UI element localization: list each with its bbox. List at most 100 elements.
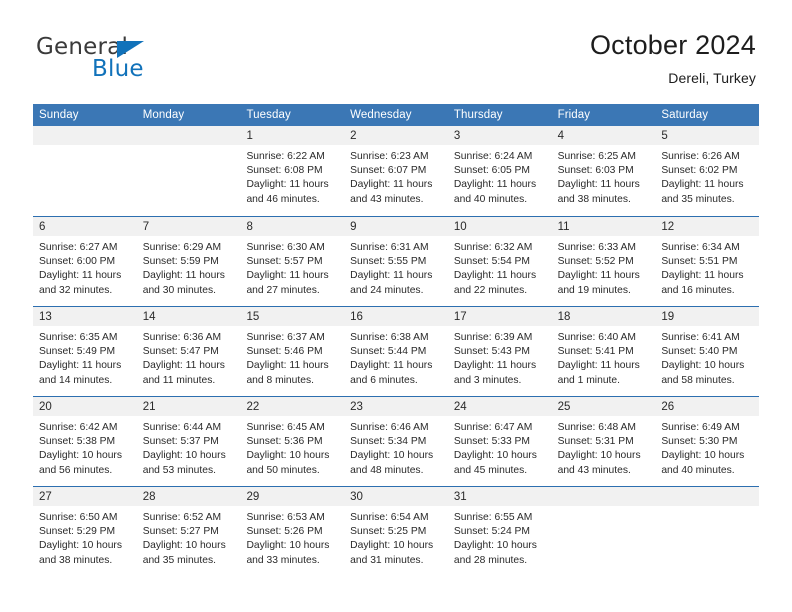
calendar-day-cell[interactable]: 4 Sunrise: 6:25 AM Sunset: 6:03 PM Daylight… bbox=[551, 126, 656, 216]
calendar-day-cell[interactable]: 21 Sunrise: 6:44 AM Sunset: 5:37 PM Dayligh… bbox=[136, 397, 241, 486]
day-number: 9 bbox=[350, 221, 357, 233]
weekday-header-monday: Monday bbox=[142, 109, 185, 121]
sunset-text: Sunset: 5:26 PM bbox=[246, 526, 323, 538]
calendar-day-cell[interactable]: 24 Sunrise: 6:47 AM Sunset: 5:33 PM Dayligh… bbox=[447, 397, 552, 486]
calendar-day-cell[interactable]: 15 Sunrise: 6:37 AM Sunset: 5:46 PM Dayligh… bbox=[240, 307, 345, 396]
calendar-day-cell[interactable]: 26 Sunrise: 6:49 AM Sunset: 5:30 PM Dayligh… bbox=[655, 397, 760, 486]
calendar-day-cell[interactable]: 31 Sunrise: 6:55 AM Sunset: 5:24 PM Dayligh… bbox=[447, 487, 552, 576]
daylight-text: Daylight: 10 hours and 50 minutes. bbox=[246, 450, 330, 476]
day-number-strip: 7 bbox=[136, 217, 241, 236]
day-sun-info: Sunrise: 6:50 AM Sunset: 5:29 PM Daylight:… bbox=[33, 506, 137, 568]
sunset-text: Sunset: 5:49 PM bbox=[39, 346, 116, 358]
calendar-day-cell[interactable]: 2 Sunrise: 6:23 AM Sunset: 6:07 PM Daylight… bbox=[344, 126, 448, 216]
calendar-day-cell[interactable]: 19 Sunrise: 6:41 AM Sunset: 5:40 PM Dayligh… bbox=[655, 307, 760, 396]
calendar-day-cell[interactable]: 13 Sunrise: 6:35 AM Sunset: 5:49 PM Dayligh… bbox=[33, 307, 137, 396]
calendar-week-row: 27 Sunrise: 6:50 AM Sunset: 5:29 PM Dayligh… bbox=[33, 486, 760, 576]
day-sun-info: Sunrise: 6:30 AM Sunset: 5:57 PM Daylight:… bbox=[240, 236, 344, 298]
calendar-week-row: 20 Sunrise: 6:42 AM Sunset: 5:38 PM Dayligh… bbox=[33, 396, 760, 486]
day-sun-info: Sunrise: 6:31 AM Sunset: 5:55 PM Daylight:… bbox=[344, 236, 448, 298]
calendar-day-cell[interactable]: 9 Sunrise: 6:31 AM Sunset: 5:55 PM Daylight… bbox=[344, 217, 448, 306]
calendar-day-cell[interactable]: 17 Sunrise: 6:39 AM Sunset: 5:43 PM Dayligh… bbox=[447, 307, 552, 396]
calendar-day-cell[interactable]: 28 Sunrise: 6:52 AM Sunset: 5:27 PM Dayligh… bbox=[136, 487, 241, 576]
day-number: 17 bbox=[453, 311, 467, 323]
sunset-text: Sunset: 6:05 PM bbox=[453, 165, 531, 177]
sunset-text: Sunset: 5:34 PM bbox=[350, 436, 427, 448]
calendar-day-cell[interactable]: 29 Sunrise: 6:53 AM Sunset: 5:26 PM Dayligh… bbox=[240, 487, 345, 576]
title-block: October 2024 Dereli, Turkey bbox=[590, 30, 756, 86]
calendar-day-cell[interactable]: 20 Sunrise: 6:42 AM Sunset: 5:38 PM Dayligh… bbox=[33, 397, 137, 486]
daylight-text: Daylight: 10 hours and 48 minutes. bbox=[350, 450, 434, 476]
daylight-text: Daylight: 11 hours and 6 minutes. bbox=[350, 360, 433, 386]
calendar-day-cell[interactable]: 14 Sunrise: 6:36 AM Sunset: 5:47 PM Dayligh… bbox=[136, 307, 241, 396]
day-number-strip: 20 bbox=[33, 397, 137, 416]
calendar-day-cell[interactable]: 7 Sunrise: 6:29 AM Sunset: 5:59 PM Daylight… bbox=[136, 217, 241, 306]
day-number-strip: 14 bbox=[136, 307, 241, 326]
sunrise-text: Sunrise: 6:30 AM bbox=[246, 242, 325, 253]
daylight-text: Daylight: 11 hours and 43 minutes. bbox=[350, 179, 433, 205]
sunrise-text: Sunrise: 6:29 AM bbox=[142, 242, 222, 253]
day-number: 27 bbox=[39, 491, 52, 503]
day-number-strip: 11 bbox=[551, 217, 656, 236]
sunset-text: Sunset: 5:44 PM bbox=[350, 346, 427, 358]
daylight-text: Daylight: 11 hours and 11 minutes. bbox=[142, 360, 225, 386]
sunrise-text: Sunrise: 6:37 AM bbox=[246, 332, 325, 343]
sunset-text: Sunset: 5:59 PM bbox=[142, 256, 219, 268]
sunrise-text: Sunrise: 6:26 AM bbox=[661, 151, 740, 162]
sunrise-text: Sunrise: 6:49 AM bbox=[661, 422, 740, 433]
day-sun-info: Sunrise: 6:39 AM Sunset: 5:43 PM Daylight:… bbox=[448, 326, 552, 388]
sunrise-text: Sunrise: 6:34 AM bbox=[661, 242, 740, 253]
weekday-header-row: Sunday Monday Tuesday Wednesday Thursday Frid… bbox=[33, 104, 759, 126]
calendar-weeks: 1 Sunrise: 6:22 AM Sunset: 6:08 PM Daylight… bbox=[33, 126, 760, 576]
sunset-text: Sunset: 6:07 PM bbox=[350, 165, 427, 177]
sunset-text: Sunset: 6:02 PM bbox=[661, 165, 738, 177]
day-sun-info: Sunrise: 6:49 AM Sunset: 5:30 PM Daylight:… bbox=[655, 416, 759, 478]
daylight-text: Daylight: 10 hours and 35 minutes. bbox=[142, 540, 226, 566]
calendar-day-cell[interactable]: 8 Sunrise: 6:30 AM Sunset: 5:57 PM Daylight… bbox=[240, 217, 345, 306]
calendar-day-cell[interactable]: 12 Sunrise: 6:34 AM Sunset: 5:51 PM Dayligh… bbox=[655, 217, 760, 306]
calendar-day-cell[interactable]: 25 Sunrise: 6:48 AM Sunset: 5:31 PM Dayligh… bbox=[551, 397, 656, 486]
day-sun-info: Sunrise: 6:46 AM Sunset: 5:34 PM Daylight:… bbox=[344, 416, 448, 478]
daylight-text: Daylight: 11 hours and 14 minutes. bbox=[39, 360, 122, 386]
daylight-text: Daylight: 11 hours and 8 minutes. bbox=[246, 360, 329, 386]
sunrise-text: Sunrise: 6:40 AM bbox=[557, 332, 637, 343]
general-blue-logo: General Blue bbox=[36, 36, 236, 88]
day-number: 3 bbox=[453, 130, 461, 142]
calendar-day-cell[interactable]: 27 Sunrise: 6:50 AM Sunset: 5:29 PM Dayligh… bbox=[33, 487, 137, 576]
calendar-day-cell[interactable]: 16 Sunrise: 6:38 AM Sunset: 5:44 PM Dayligh… bbox=[344, 307, 448, 396]
day-number-strip: 21 bbox=[136, 397, 241, 416]
sunset-text: Sunset: 5:41 PM bbox=[557, 346, 634, 358]
calendar-day-cell[interactable]: 3 Sunrise: 6:24 AM Sunset: 6:05 PM Daylight… bbox=[447, 126, 552, 216]
day-number-strip: 24 bbox=[447, 397, 552, 416]
calendar-day-cell[interactable]: 10 Sunrise: 6:32 AM Sunset: 5:54 PM Dayligh… bbox=[447, 217, 552, 306]
calendar-day-cell[interactable]: 11 Sunrise: 6:33 AM Sunset: 5:52 PM Dayligh… bbox=[551, 217, 656, 306]
day-number: 14 bbox=[142, 311, 156, 323]
calendar-day-cell[interactable]: 23 Sunrise: 6:46 AM Sunset: 5:34 PM Dayligh… bbox=[344, 397, 448, 486]
day-number-strip: 15 bbox=[240, 307, 345, 326]
day-number-strip bbox=[655, 487, 760, 506]
day-number-strip: 10 bbox=[447, 217, 552, 236]
calendar-day-cell-empty bbox=[655, 487, 760, 576]
daylight-text: Daylight: 11 hours and 1 minute. bbox=[557, 360, 640, 386]
day-sun-info: Sunrise: 6:45 AM Sunset: 5:36 PM Daylight:… bbox=[240, 416, 344, 478]
page-title: October 2024 bbox=[589, 30, 756, 60]
calendar-day-cell[interactable]: 22 Sunrise: 6:45 AM Sunset: 5:36 PM Dayligh… bbox=[240, 397, 345, 486]
day-number-strip: 1 bbox=[240, 126, 345, 145]
daylight-text: Daylight: 10 hours and 53 minutes. bbox=[142, 450, 226, 476]
calendar-day-cell[interactable]: 18 Sunrise: 6:40 AM Sunset: 5:41 PM Dayligh… bbox=[551, 307, 656, 396]
day-sun-info: Sunrise: 6:36 AM Sunset: 5:47 PM Daylight:… bbox=[137, 326, 241, 388]
calendar-day-cell[interactable]: 30 Sunrise: 6:54 AM Sunset: 5:25 PM Dayligh… bbox=[344, 487, 448, 576]
daylight-text: Daylight: 10 hours and 33 minutes. bbox=[246, 540, 330, 566]
day-number: 5 bbox=[661, 130, 668, 142]
day-number: 18 bbox=[557, 311, 571, 323]
sunrise-text: Sunrise: 6:41 AM bbox=[661, 332, 740, 343]
day-number-strip: 8 bbox=[240, 217, 345, 236]
calendar-day-cell[interactable]: 5 Sunrise: 6:26 AM Sunset: 6:02 PM Daylight… bbox=[655, 126, 760, 216]
calendar-day-cell[interactable]: 6 Sunrise: 6:27 AM Sunset: 6:00 PM Daylight… bbox=[33, 217, 137, 306]
calendar-day-cell[interactable]: 1 Sunrise: 6:22 AM Sunset: 6:08 PM Daylight… bbox=[240, 126, 345, 216]
day-number-strip: 18 bbox=[551, 307, 656, 326]
day-number-strip: 9 bbox=[344, 217, 448, 236]
day-number: 1 bbox=[246, 130, 253, 142]
day-sun-info: Sunrise: 6:23 AM Sunset: 6:07 PM Daylight:… bbox=[344, 145, 448, 207]
sunrise-text: Sunrise: 6:46 AM bbox=[350, 422, 429, 433]
day-number-strip bbox=[136, 126, 241, 145]
